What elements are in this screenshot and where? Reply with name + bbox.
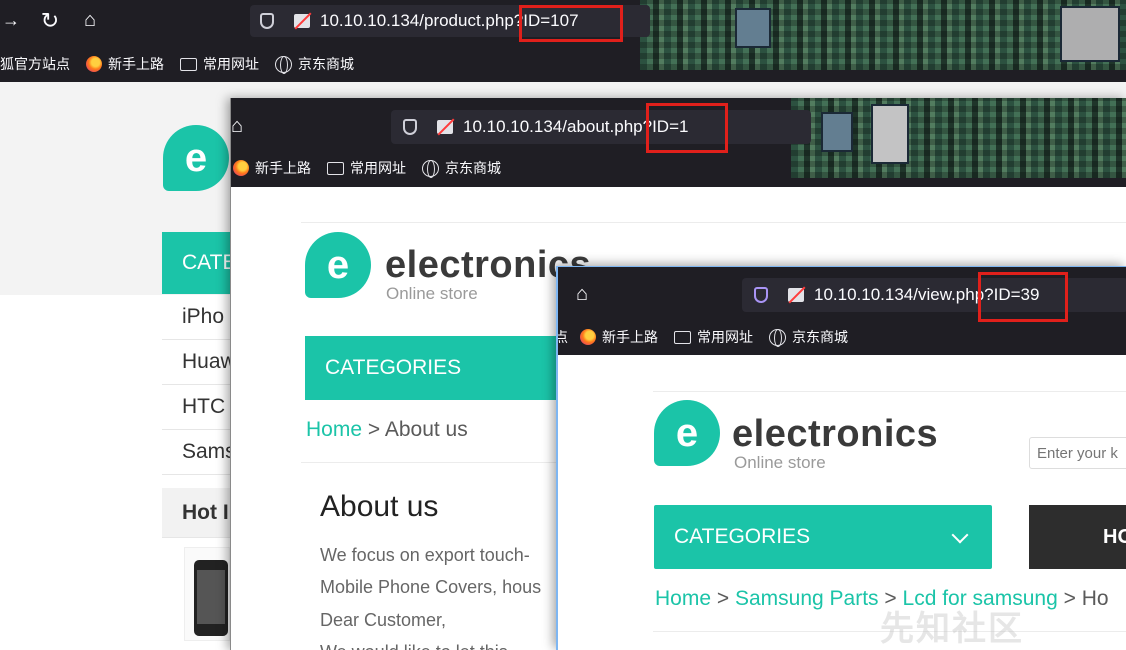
categories-bar[interactable]: CATEGORIES [305,336,565,400]
logo-icon[interactable]: e [305,232,371,298]
bookmark-item[interactable]: 新手上路 [233,158,311,178]
browser-chrome: ⌂ 10.10.10.134/view.php?ID=39 点 新手上路 常用网… [558,267,1126,355]
bookmark-item[interactable]: 点 [558,327,568,347]
insecure-lock-icon [788,288,804,302]
url-bar[interactable]: 10.10.10.134/view.ph p?ID=39 [742,278,1126,312]
firefox-icon [86,56,102,72]
reload-icon[interactable]: ↻ [38,8,62,34]
breadcrumb-separator: > [716,587,730,610]
breadcrumb-separator: > [1063,587,1076,610]
breadcrumb: Home > About us [306,418,468,442]
bookmarks-bar: 新手上路 常用网址 京东商城 [233,156,1126,180]
insecure-lock-icon [294,14,310,28]
breadcrumb-current: About us [384,418,468,441]
home-icon[interactable]: ⌂ [231,115,249,138]
sidebar-item[interactable]: iPho [162,295,232,340]
categories-label: CATEGORIES [674,525,811,548]
search-input[interactable] [1029,437,1126,469]
firefox-icon [233,160,249,176]
home-icon[interactable]: ⌂ [78,9,102,32]
bookmark-item[interactable]: 新手上路 [580,327,658,347]
divider [301,222,1126,223]
bookmark-item[interactable]: 狐官方站点 [0,54,70,74]
shield-icon [260,13,274,29]
brand-name[interactable]: electronics [732,413,938,456]
url-host: 10.10.10.134/product.ph [320,11,505,30]
url-bar[interactable]: 10.10.10.134/about.ph p?ID=1 [391,110,811,144]
shield-icon [754,287,768,303]
globe-icon [422,159,439,178]
brand-tagline: Online store [386,284,478,303]
watermark: 先知社区 [880,610,1024,648]
nav-home-button[interactable]: HO [1029,505,1126,569]
breadcrumb-home-link[interactable]: Home [655,587,711,610]
browser-chrome: ⌂ 10.10.10.134/about.ph p?ID=1 新手上路 常用网址 … [231,98,1126,187]
brand-tagline: Online store [734,453,826,472]
logo-icon[interactable]: e [654,400,720,466]
page-title: About us [320,490,439,523]
url-host: 10.10.10.134/view.ph [814,285,975,304]
breadcrumb-category-link[interactable]: Samsung Parts [735,587,879,610]
sidebar-item[interactable]: HTC [162,385,232,430]
home-icon[interactable]: ⌂ [570,283,594,306]
chevron-down-icon [951,526,969,544]
body-text-line: Dear Customer, [320,610,447,630]
url-host: 10.10.10.134/about.ph [463,117,634,136]
folder-icon [674,330,691,344]
globe-icon [769,328,786,347]
bookmark-item[interactable]: 京东商城 [275,54,354,74]
body-text-line: We would like to let this [320,642,508,650]
divider [653,391,1126,392]
url-query: p?ID=39 [974,285,1040,304]
breadcrumb-home-link[interactable]: Home [306,418,362,441]
product-thumbnail[interactable] [184,547,230,641]
bookmark-item[interactable]: 常用网址 [327,158,406,178]
folder-icon [327,161,344,175]
bookmark-item[interactable]: 常用网址 [674,327,753,347]
sidebar-item[interactable]: Huaw [162,340,236,385]
browser-chrome: → ↻ ⌂ 10.10.10.134/product.ph p?ID=107 狐官… [0,0,1126,82]
categories-bar[interactable]: CATE [162,232,236,294]
hot-products-heading: Hot I [162,488,232,538]
breadcrumb-separator: > [367,418,381,441]
globe-icon [275,55,292,74]
body-text-line: We focus on export touch- [320,545,530,565]
folder-icon [180,57,197,71]
bookmark-item[interactable]: 新手上路 [86,54,164,74]
categories-dropdown[interactable]: CATEGORIES [654,505,992,569]
url-query: p?ID=107 [504,11,579,30]
shield-icon [403,119,417,135]
insecure-lock-icon [437,120,453,134]
bookmarks-bar: 狐官方站点 新手上路 常用网址 京东商城 [0,52,1126,76]
phone-image [194,560,228,636]
forward-icon[interactable]: → [0,10,22,31]
logo-icon[interactable]: e [163,125,229,191]
sidebar-item[interactable]: Sams [162,430,236,475]
browser-window-view: ⌂ 10.10.10.134/view.php?ID=39 点 新手上路 常用网… [556,266,1126,650]
bookmarks-bar: 点 新手上路 常用网址 京东商城 [558,325,1126,349]
bookmark-item[interactable]: 京东商城 [422,158,501,178]
body-text-line: Mobile Phone Covers, hous [320,577,542,597]
url-query: p?ID=1 [633,117,689,136]
url-bar[interactable]: 10.10.10.134/product.ph p?ID=107 [250,5,650,37]
firefox-icon [580,329,596,345]
bookmark-item[interactable]: 常用网址 [180,54,259,74]
bookmark-item[interactable]: 京东商城 [769,327,848,347]
breadcrumb-current: Ho [1081,587,1109,610]
